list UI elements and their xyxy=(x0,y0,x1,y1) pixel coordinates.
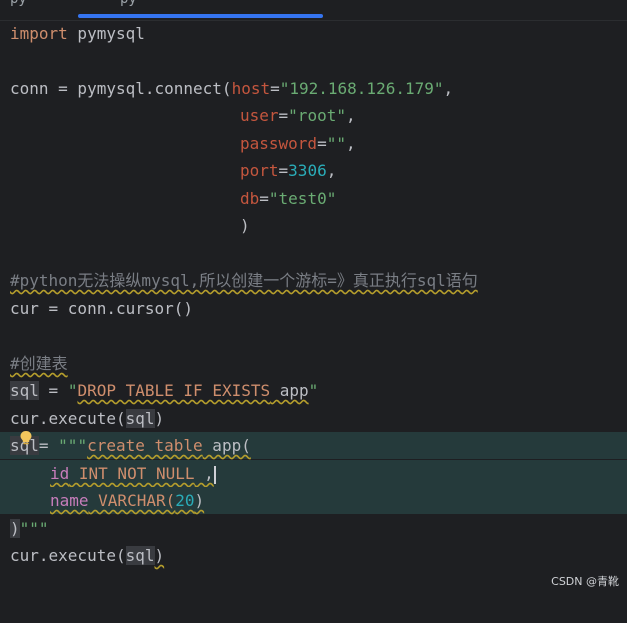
sql-variable: sql xyxy=(126,409,155,428)
comma: , xyxy=(346,134,356,153)
comma: , xyxy=(444,79,454,98)
column-id-type: INT NOT NULL xyxy=(69,464,194,483)
sql-variable: sql xyxy=(126,546,155,565)
comment-create-table: #创建表 xyxy=(10,350,68,377)
module-name: pymysql xyxy=(68,24,145,43)
equals: = xyxy=(317,134,327,153)
sql-table-open: app( xyxy=(203,436,251,455)
code-line-1: import pymysql xyxy=(0,20,627,47)
comma: , xyxy=(195,464,214,483)
code-line-4: user="root", xyxy=(0,102,627,129)
user-value: "root" xyxy=(288,106,346,125)
execute-call: cur.execute( xyxy=(10,546,126,565)
equals: = xyxy=(270,79,280,98)
code-line-13: #创建表 xyxy=(0,350,627,377)
password-value: "" xyxy=(327,134,346,153)
conn-assign: conn = pymysql.connect( xyxy=(10,79,232,98)
editor-tab-bar: py py xyxy=(0,0,627,21)
close-paren: ) xyxy=(155,409,165,428)
code-line-8: ) xyxy=(0,212,627,239)
watermark: CSDN @青靴 xyxy=(551,573,619,589)
arg-host: host xyxy=(232,79,271,98)
column-name: name xyxy=(50,491,89,510)
equals: = xyxy=(279,106,289,125)
code-line-17: id INT NOT NULL , xyxy=(0,460,627,487)
arg-password: password xyxy=(240,134,317,153)
keyword-import: import xyxy=(10,24,68,43)
code-line-7: db="test0" xyxy=(0,185,627,212)
sql-drop-statement: DROP TABLE IF EXISTS xyxy=(77,381,270,400)
arg-db: db xyxy=(240,189,259,208)
quote: " xyxy=(309,381,319,400)
triple-quote: """ xyxy=(20,519,49,538)
code-line-15: cur.execute(sql) xyxy=(0,405,627,432)
equals: = xyxy=(39,381,68,400)
cursor-assign: cur = conn.cursor() xyxy=(10,295,193,322)
equals: = xyxy=(279,161,289,180)
code-line-19: )""" xyxy=(0,515,627,542)
execute-call: cur.execute( xyxy=(10,409,126,428)
equals: = xyxy=(259,189,269,208)
close-paren: ) xyxy=(240,212,250,239)
arg-port: port xyxy=(240,161,279,180)
code-line-20: cur.execute(sql) xyxy=(0,542,627,569)
lightbulb-icon[interactable] xyxy=(19,430,33,446)
column-id: id xyxy=(50,464,69,483)
equals: = xyxy=(39,436,58,455)
column-name-type: VARCHAR( xyxy=(89,491,176,510)
text-caret xyxy=(214,466,216,484)
port-value: 3306 xyxy=(288,161,327,180)
tab-left-label[interactable]: py xyxy=(10,0,27,7)
triple-quote: """ xyxy=(58,436,87,455)
comma: , xyxy=(327,161,337,180)
code-line-14: sql = "DROP TABLE IF EXISTS app" xyxy=(0,377,627,404)
sql-table-name: app xyxy=(270,381,309,400)
db-value: "test0" xyxy=(269,189,336,208)
host-value: "192.168.126.179" xyxy=(280,79,444,98)
code-line-5: password="", xyxy=(0,130,627,157)
varchar-length: 20 xyxy=(175,491,194,510)
code-line-3: conn = pymysql.connect(host="192.168.126… xyxy=(0,75,627,102)
arg-user: user xyxy=(240,106,279,125)
close-paren: ) xyxy=(155,546,165,565)
close-paren: ) xyxy=(195,491,205,510)
quote: " xyxy=(68,381,78,400)
code-line-11: cur = conn.cursor() xyxy=(0,295,627,322)
comma: , xyxy=(346,106,356,125)
comment-cursor: #python无法操纵mysql,所以创建一个游标=》真正执行sql语句 xyxy=(10,267,478,294)
sql-create-statement: create table xyxy=(87,436,203,455)
code-line-18: name VARCHAR(20) xyxy=(0,487,627,514)
tab-active-label[interactable]: py xyxy=(120,0,137,7)
close-paren: ) xyxy=(10,519,20,538)
code-line-6: port=3306, xyxy=(0,157,627,184)
active-tab-indicator xyxy=(78,14,323,18)
code-line-16: sql= """create table app( xyxy=(0,432,627,459)
sql-variable: sql xyxy=(10,381,39,400)
code-line-10: #python无法操纵mysql,所以创建一个游标=》真正执行sql语句 xyxy=(0,267,627,294)
code-editor[interactable]: import pymysql conn = pymysql.connect(ho… xyxy=(0,20,627,595)
